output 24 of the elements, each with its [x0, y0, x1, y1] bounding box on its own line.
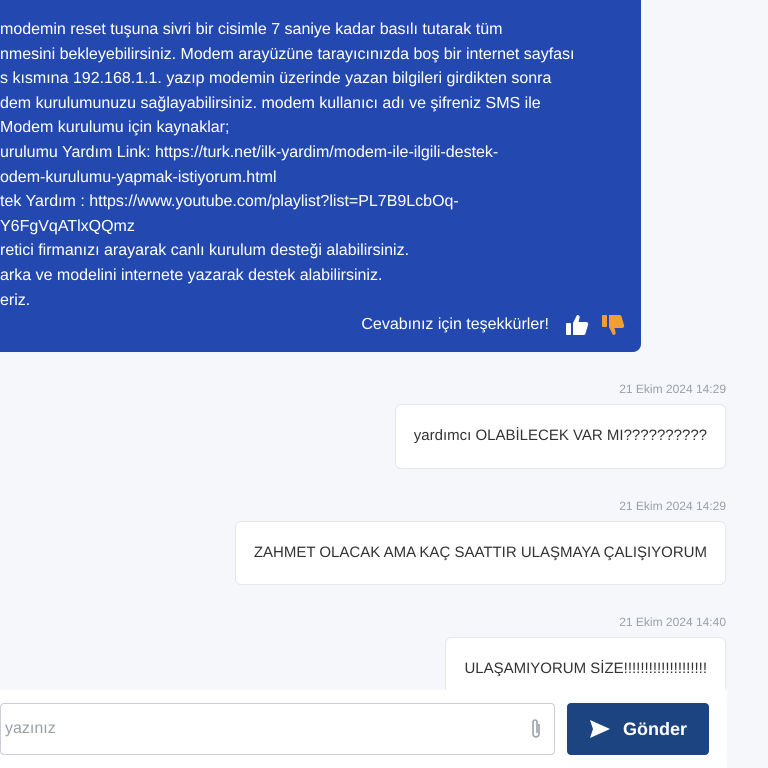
thumbs-up-icon[interactable]: [565, 314, 589, 336]
user-message-bubble: yardımcı OLABİLECEK VAR MI??????????: [394, 404, 726, 468]
message-text-line: urulumu Yardım Link: https://turk.net/ilk-yardim/modem-ile-ilgili-destek-: [0, 142, 498, 163]
thumbs-down-icon[interactable]: [601, 314, 625, 336]
paperclip-icon[interactable]: [529, 718, 543, 740]
message-input[interactable]: yazınız: [0, 703, 555, 755]
message-timestamp: 21 Ekim 2024 14:29: [619, 381, 726, 398]
message-text-line: eriz.: [0, 290, 30, 311]
message-text-line: retici firmanızı arayarak canlı kurulum desteği alabilirsiniz.: [0, 241, 410, 262]
message-text-line: dem kurulumunuzu sağlayabilirsiniz. modem kullanıcı adı ve şifreniz SMS ile: [0, 94, 541, 114]
message-text-line: nmesini bekleyebilirsiniz. Modem arayüzüne tarayıcınızda boş bir internet sayfası: [0, 44, 574, 65]
message-timestamp: 21 Ekim 2024 14:40: [619, 614, 726, 631]
message-text-line: Y6FgVqATlxQQmz: [0, 216, 135, 237]
message-text-line: modemin reset tuşuna sivri bir cisimle 7 saniye kadar basılı tutarak tüm: [0, 20, 502, 40]
message-timestamp: 21 Ekim 2024 14:29: [619, 498, 726, 514]
message-text-line: s kısmına 192.168.1.1. yazıp modemin üzerinde yazan bilgileri girdikten sonra: [0, 69, 552, 90]
message-text-line: odem-kurulumu-yapmak-istiyorum.html: [0, 168, 277, 188]
message-text-line: tek Yardım : https://www.youtube.com/playlist?list=PL7B9LcbOq-: [0, 192, 459, 212]
message-text-line: arka ve modelini internete yazarak destek alabilirsiniz.: [0, 266, 382, 286]
send-icon: [588, 719, 611, 739]
message-text-line: Modem kurulumu için kaynaklar;: [0, 118, 230, 138]
send-button[interactable]: Gönder: [567, 703, 709, 755]
feedback-text: Cevabınız için teşekkürler!: [361, 315, 549, 336]
user-message-bubble: ZAHMET OLACAK AMA KAÇ SAATTIR ULAŞMAYA ÇALIŞIYORUM: [234, 520, 726, 585]
